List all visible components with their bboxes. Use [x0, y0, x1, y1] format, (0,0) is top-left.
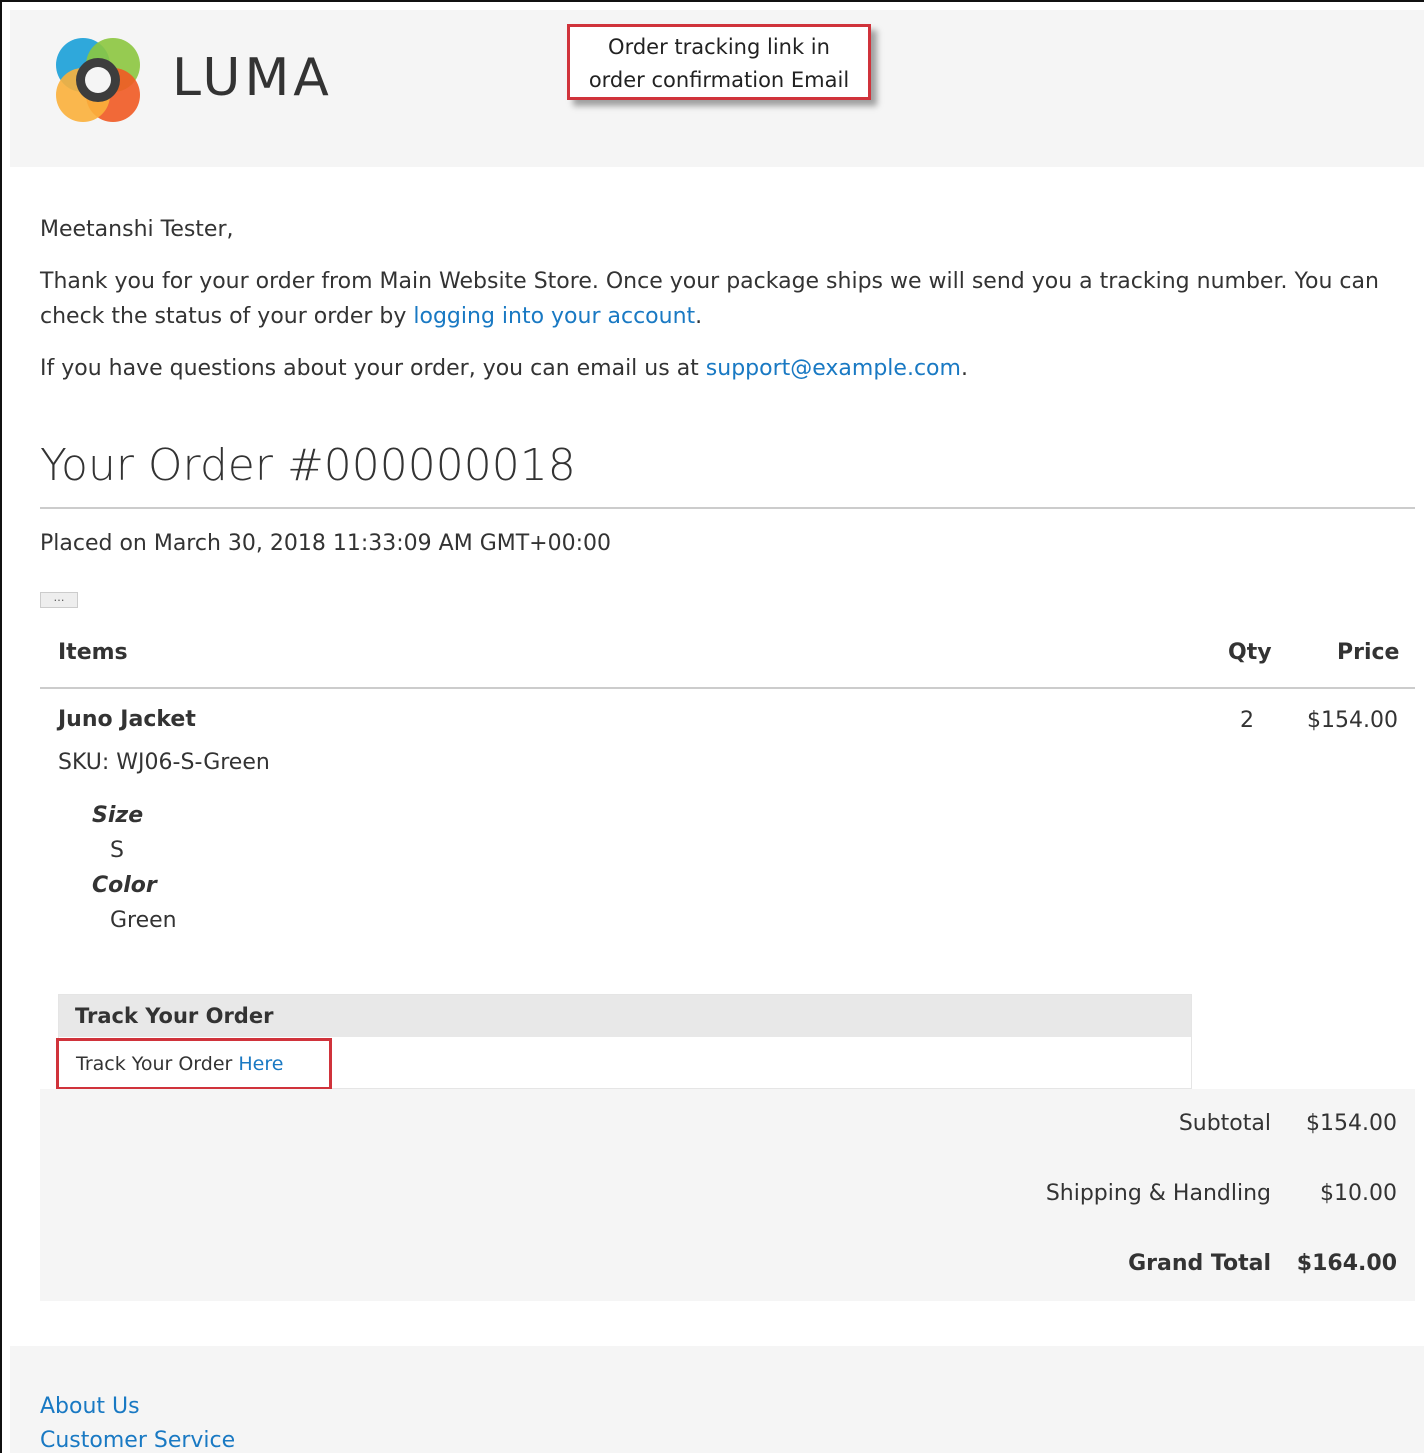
- subtotal-row: Subtotal $154.00: [931, 1111, 1397, 1136]
- shipping-value: $10.00: [1320, 1181, 1397, 1206]
- option-label-color: Color: [92, 873, 157, 898]
- column-header-items: Items: [58, 640, 128, 665]
- callout-line-2: order confirmation Email: [588, 68, 850, 92]
- luma-logo-text: LUMA: [172, 48, 333, 108]
- option-label-size: Size: [92, 803, 144, 828]
- footer-link-about-us[interactable]: About Us: [40, 1394, 140, 1419]
- column-header-qty: Qty: [1228, 640, 1272, 665]
- email-footer: About Us Customer Service: [10, 1346, 1424, 1453]
- item-qty: 2: [1240, 708, 1254, 733]
- track-order-text: Track Your Order: [76, 1053, 239, 1075]
- order-title: Your Order #000000018: [40, 440, 576, 491]
- track-order-here-link[interactable]: Here: [238, 1053, 283, 1075]
- shipping-label: Shipping & Handling: [1045, 1181, 1271, 1206]
- thanks-end: .: [695, 304, 703, 329]
- footer-link-customer-service[interactable]: Customer Service: [40, 1428, 235, 1453]
- option-value-color: Green: [110, 908, 177, 933]
- track-order-heading: Track Your Order: [59, 995, 1191, 1037]
- callout-line-1: Order tracking link in: [608, 35, 830, 59]
- show-more-button[interactable]: …: [40, 592, 78, 608]
- support-email-link[interactable]: support@example.com: [706, 356, 961, 381]
- questions-end: .: [960, 356, 968, 381]
- track-order-highlight: Track Your Order Here: [56, 1038, 332, 1090]
- grand-total-label: Grand Total: [1128, 1251, 1271, 1276]
- subtotal-value: $154.00: [1306, 1111, 1397, 1136]
- divider: [40, 507, 1415, 509]
- annotation-callout: Order tracking link in order confirmatio…: [567, 24, 871, 100]
- greeting: Meetanshi Tester,: [40, 217, 234, 242]
- grand-total-row: Grand Total $164.00: [931, 1251, 1397, 1276]
- order-totals: Subtotal $154.00 Shipping & Handling $10…: [40, 1089, 1415, 1301]
- item-price: $154.00: [1307, 708, 1398, 733]
- item-sku: SKU: WJ06-S-Green: [58, 750, 270, 775]
- thanks-text: Thank you for your order from Main Websi…: [40, 269, 1379, 329]
- thanks-paragraph: Thank you for your order from Main Websi…: [40, 264, 1400, 334]
- column-header-price: Price: [1337, 640, 1400, 665]
- questions-text: If you have questions about your order, …: [40, 356, 706, 381]
- questions-paragraph: If you have questions about your order, …: [40, 351, 968, 386]
- order-placed-date: Placed on March 30, 2018 11:33:09 AM GMT…: [40, 531, 611, 556]
- subtotal-label: Subtotal: [1178, 1111, 1271, 1136]
- luma-logo-icon: [56, 38, 140, 122]
- item-name: Juno Jacket: [58, 707, 196, 732]
- option-value-size: S: [110, 838, 124, 863]
- grand-total-value: $164.00: [1296, 1251, 1397, 1276]
- shipping-row: Shipping & Handling $10.00: [931, 1181, 1397, 1206]
- account-login-link[interactable]: logging into your account: [413, 304, 695, 329]
- table-header-divider: [40, 687, 1415, 689]
